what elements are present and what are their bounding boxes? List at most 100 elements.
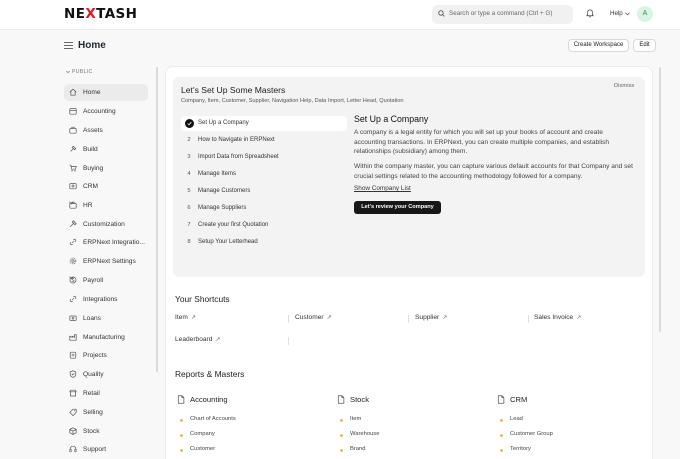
sidebar-item-label: ERPNext Integratio... — [83, 239, 145, 246]
file-icon — [337, 395, 345, 404]
retail-icon — [69, 389, 77, 397]
onboarding-step[interactable]: 4 Manage Items — [181, 167, 347, 182]
search-bar[interactable]: Search or type a command (Ctrl + G) — [432, 5, 573, 24]
onboarding-step[interactable]: 3 Import Data from Spreadsheet — [181, 150, 347, 165]
sidebar-item-quality[interactable]: Quality — [64, 366, 148, 383]
main-scrollbar[interactable] — [659, 67, 661, 332]
link-chart-of-accounts[interactable]: Chart of Accounts — [190, 416, 236, 422]
onboarding-step[interactable]: 5 Manage Customers — [181, 184, 347, 199]
arrow-up-right-icon: ↗ — [576, 315, 582, 321]
sidebar-item-payroll[interactable]: Payroll — [64, 272, 148, 289]
onboarding-step[interactable]: 8 Setup Your Letterhead — [181, 235, 347, 250]
shortcuts-title: Your Shortcuts — [175, 294, 230, 304]
sidebar-item-loans[interactable]: Loans — [64, 310, 148, 327]
sidebar-item-hr[interactable]: HR — [64, 197, 148, 214]
sidebar-item-buying[interactable]: Buying — [64, 160, 148, 177]
sidebar-item-projects[interactable]: Projects — [64, 347, 148, 364]
sidebar-item-crm[interactable]: CRM — [64, 178, 148, 195]
step-number: 5 — [187, 188, 191, 194]
bullet-dot — [340, 419, 343, 422]
support-icon — [69, 445, 77, 453]
shortcut-leaderboard[interactable]: Leaderboard ↗ — [175, 336, 220, 343]
home-icon — [69, 88, 77, 96]
settings-icon — [69, 257, 77, 265]
shortcut-customer[interactable]: Customer ↗ — [295, 314, 332, 321]
step-number: 4 — [187, 171, 191, 177]
integration-icon — [69, 238, 77, 246]
sidebar-item-integrations[interactable]: Integrations — [64, 291, 148, 308]
onboarding-subtitle: Company, Item, Customer, Supplier, Navig… — [181, 98, 404, 104]
sidebar-item-retail[interactable]: Retail — [64, 385, 148, 402]
arrow-up-right-icon: ↗ — [326, 315, 332, 321]
stock-icon — [69, 427, 77, 435]
card-accounting-title[interactable]: Accounting — [177, 395, 228, 404]
show-company-list-link[interactable]: Show Company List — [354, 185, 411, 192]
shortcut-item[interactable]: Item ↗ — [175, 314, 196, 321]
app-logo[interactable]: NEXTASH — [64, 6, 137, 22]
onboarding-step[interactable]: Set Up a Company — [181, 116, 347, 131]
sidebar-item-label: Integrations — [83, 296, 118, 303]
sidebar-item-support[interactable]: Support — [64, 441, 148, 458]
dismiss-button[interactable]: Dismiss — [614, 83, 634, 89]
bullet-dot — [500, 419, 503, 422]
create-workspace-button[interactable]: Create Workspace — [568, 39, 629, 52]
link-item[interactable]: Item — [350, 416, 361, 422]
chevron-down-icon — [625, 12, 630, 16]
shortcut-supplier[interactable]: Supplier ↗ — [415, 314, 447, 321]
sidebar-item-label: HR — [83, 202, 93, 209]
sidebar-item-label: CRM — [83, 183, 99, 190]
card-stock-title[interactable]: Stock — [337, 395, 369, 404]
menu-icon[interactable] — [64, 42, 73, 49]
sidebar-item-manufacturing[interactable]: Manufacturing — [64, 329, 148, 346]
link-territory[interactable]: Territory — [510, 446, 531, 452]
step-number: 2 — [187, 137, 191, 143]
sidebar-scrollbar[interactable] — [156, 67, 158, 372]
link-customer[interactable]: Customer — [190, 446, 215, 452]
sidebar-item-erpnext-integrations[interactable]: ERPNext Integratio... — [64, 234, 148, 251]
sidebar-item-label: Assets — [83, 127, 103, 134]
onboarding-step[interactable]: 7 Create your first Quotation — [181, 218, 347, 233]
onboarding-title: Let's Set Up Some Masters — [181, 85, 286, 95]
search-placeholder: Search or type a command (Ctrl + G) — [449, 10, 553, 17]
sidebar-item-selling[interactable]: Selling — [64, 404, 148, 421]
shortcut-sales-invoice[interactable]: Sales Invoice ↗ — [534, 314, 581, 321]
link-lead[interactable]: Lead — [510, 416, 523, 422]
bullet-dot — [180, 434, 183, 437]
chevron-down-icon[interactable] — [69, 201, 74, 205]
check-circle-icon — [185, 119, 194, 128]
sidebar-item-accounting[interactable]: Accounting — [64, 103, 148, 120]
sidebar-item-build[interactable]: Build — [64, 141, 148, 158]
link-warehouse[interactable]: Warehouse — [350, 431, 379, 437]
onboarding-step[interactable]: 6 Manage Suppliers — [181, 201, 347, 216]
bell-icon[interactable] — [586, 9, 594, 18]
file-icon — [177, 395, 185, 404]
sidebar-item-home[interactable]: Home — [64, 84, 148, 101]
onboarding-step[interactable]: 2 How to Navigate in ERPNext — [181, 133, 347, 148]
step-number: 3 — [187, 154, 191, 160]
bullet-dot — [500, 434, 503, 437]
accounting-icon — [69, 108, 77, 115]
step-detail-description: A company is a legal entity for which yo… — [354, 129, 610, 156]
quality-icon — [69, 370, 77, 378]
link-customer-group[interactable]: Customer Group — [510, 431, 553, 437]
edit-button[interactable]: Edit — [633, 39, 656, 52]
sidebar-item-stock[interactable]: Stock — [64, 423, 148, 440]
step-number: 7 — [187, 222, 191, 228]
sidebar-item-label: Customization — [83, 221, 125, 228]
link-company[interactable]: Company — [190, 431, 215, 437]
customization-icon — [69, 220, 77, 228]
card-crm-title[interactable]: CRM — [497, 395, 527, 404]
sidebar-item-erpnext-settings[interactable]: ERPNext Settings — [64, 253, 148, 270]
sidebar-item-label: Retail — [83, 390, 100, 397]
avatar[interactable]: A — [637, 6, 653, 22]
sidebar-item-label: Loans — [83, 315, 101, 322]
step-detail-title: Set Up a Company — [354, 114, 429, 124]
sidebar-item-assets[interactable]: Assets — [64, 122, 148, 139]
sidebar-item-customization[interactable]: Customization — [64, 216, 148, 233]
help-menu[interactable]: Help — [610, 10, 623, 17]
assets-icon — [69, 126, 77, 134]
review-company-button[interactable]: Let's review your Company — [354, 201, 441, 214]
link-brand[interactable]: Brand — [350, 446, 365, 452]
page-title: Home — [78, 40, 106, 51]
chevron-down-icon[interactable] — [69, 276, 74, 280]
